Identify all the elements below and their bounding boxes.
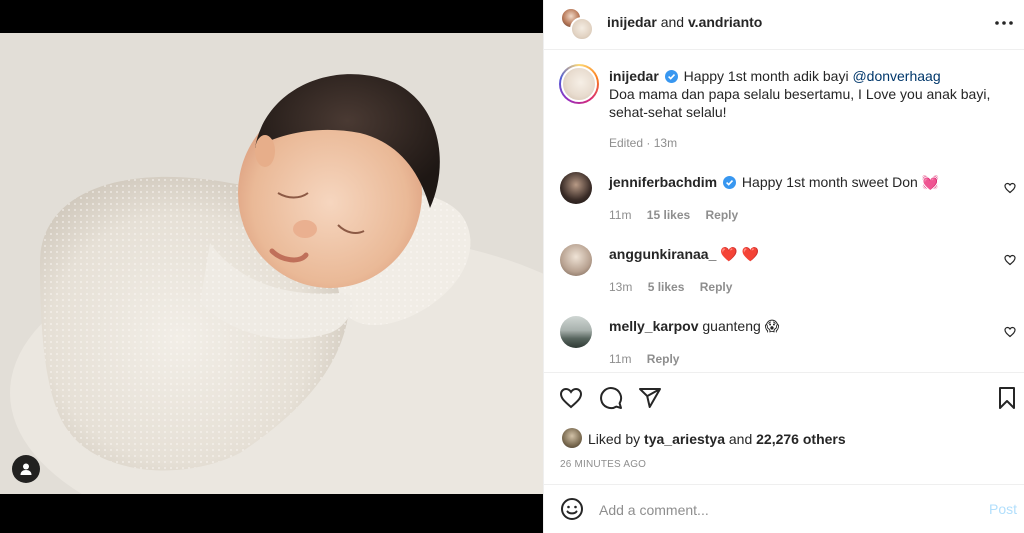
comment-meta: 11m 15 likes Reply xyxy=(609,208,750,222)
comment-item: jenniferbachdim Happy 1st month sweet Do… xyxy=(609,173,989,191)
reply-button[interactable]: Reply xyxy=(706,208,739,222)
caption-text: Happy 1st month adik bayi xyxy=(683,68,849,84)
reply-button[interactable]: Reply xyxy=(647,352,680,366)
liked-by-label: Liked by xyxy=(588,431,641,447)
caption-mention[interactable]: @donverhaag xyxy=(852,68,940,84)
post-sidebar: inijedar and v.andrianto inijedar Happy … xyxy=(543,0,1024,533)
add-comment-bar: Post xyxy=(544,484,1024,533)
post-timestamp[interactable]: 26 MINUTES AGO xyxy=(560,459,646,470)
comment-emoji: 💓 xyxy=(921,174,940,190)
caption-time: 13m xyxy=(653,136,678,150)
comment-icon[interactable] xyxy=(599,386,623,410)
meta-separator: · xyxy=(646,136,651,150)
heart-icon[interactable] xyxy=(1004,254,1016,266)
caption-body: Doa mama dan papa selalu besertamu, I Lo… xyxy=(609,86,991,120)
comment-input[interactable] xyxy=(599,500,969,520)
header-joiner: and xyxy=(660,14,685,30)
caption-meta: Edited · 13m xyxy=(609,136,677,150)
edited-label: Edited xyxy=(609,136,644,150)
comment-time: 11m xyxy=(609,352,632,366)
comment-emoji: 😱 xyxy=(764,318,780,334)
post-photo[interactable] xyxy=(0,33,543,494)
avatar[interactable] xyxy=(560,316,592,348)
collab-names: inijedar and v.andrianto xyxy=(607,13,762,31)
comment-item: melly_karpov guanteng 😱 xyxy=(609,317,989,335)
heart-icon[interactable] xyxy=(1004,182,1016,194)
collab-avatars[interactable] xyxy=(560,7,594,41)
share-icon[interactable] xyxy=(638,386,662,410)
comment-likes[interactable]: 5 likes xyxy=(648,280,685,294)
comment-time: 11m xyxy=(609,208,632,222)
comment-meta: 13m 5 likes Reply xyxy=(609,280,744,294)
verified-icon xyxy=(664,70,678,83)
user-tag-icon xyxy=(20,463,32,475)
header-username-2[interactable]: v.andrianto xyxy=(688,14,762,30)
likes-and: and xyxy=(728,431,753,447)
avatar[interactable] xyxy=(560,244,592,276)
reply-button[interactable]: Reply xyxy=(700,280,733,294)
heart-icon[interactable] xyxy=(1004,326,1016,338)
post-actions: Liked by tya_ariestya and 22,276 others … xyxy=(544,372,1024,484)
likes-summary: Liked by tya_ariestya and 22,276 others xyxy=(588,430,846,448)
header-username-1[interactable]: inijedar xyxy=(607,14,657,30)
post-header: inijedar and v.andrianto xyxy=(544,0,1024,50)
emoji-icon[interactable] xyxy=(560,497,584,521)
comment-time: 13m xyxy=(609,280,633,294)
post-dialog: inijedar and v.andrianto inijedar Happy … xyxy=(0,0,1024,533)
comment-text: Happy 1st month sweet Don xyxy=(741,174,918,190)
caption-username[interactable]: inijedar xyxy=(609,68,659,84)
comment-likes[interactable]: 15 likes xyxy=(647,208,690,222)
comment-username[interactable]: anggunkiranaa_ xyxy=(609,246,716,262)
caption-avatar[interactable] xyxy=(559,64,599,104)
post-media xyxy=(0,0,543,533)
comment-username[interactable]: jenniferbachdim xyxy=(609,174,717,190)
baby-photo-illustration xyxy=(0,33,543,494)
post-caption: inijedar Happy 1st month adik bayi @donv… xyxy=(609,67,1004,121)
comment-meta: 11m Reply xyxy=(609,352,691,366)
heart-icon[interactable] xyxy=(559,386,583,410)
avatar[interactable] xyxy=(560,172,592,204)
post-button[interactable]: Post xyxy=(989,501,1017,517)
likes-count[interactable]: 22,276 others xyxy=(756,431,846,447)
comment-text: guanteng xyxy=(702,318,761,334)
liked-by-user[interactable]: tya_ariestya xyxy=(644,431,725,447)
user-tag-button[interactable] xyxy=(12,455,40,483)
comment-item: anggunkiranaa_ ❤️ ❤️ xyxy=(609,245,989,263)
avatar[interactable] xyxy=(562,428,582,448)
avatar xyxy=(570,17,594,41)
comment-username[interactable]: melly_karpov xyxy=(609,318,699,334)
more-icon[interactable] xyxy=(994,14,1014,32)
bookmark-icon[interactable] xyxy=(995,386,1019,410)
verified-icon xyxy=(723,176,737,189)
comment-emoji: ❤️ ❤️ xyxy=(720,246,760,262)
